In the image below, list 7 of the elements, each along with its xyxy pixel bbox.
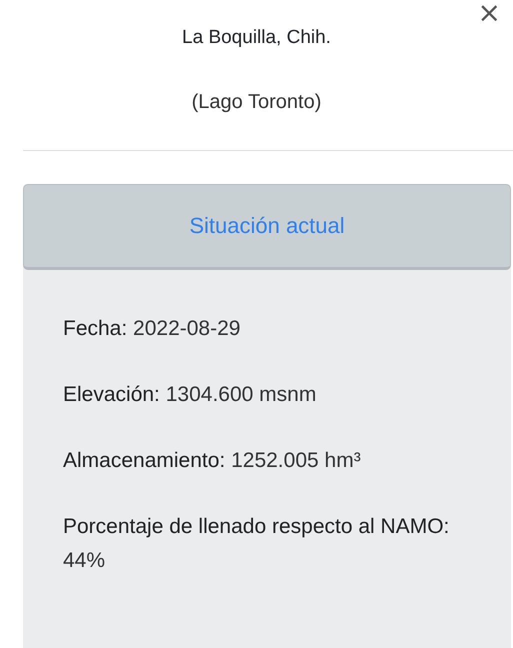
location-title: La Boquilla, Chih. xyxy=(182,26,331,50)
info-line: Almacenamiento: 1252.005 hm³ xyxy=(63,448,362,474)
info-line: Fecha: 2022-08-29 xyxy=(63,316,242,342)
info-line: Elevación: 1304.600 msnm xyxy=(63,382,318,408)
info-line: Porcentaje de llenado respecto al NAMO: 44% xyxy=(63,514,450,574)
location-subtitle: (Lago Toronto) xyxy=(192,90,322,115)
close-button[interactable]: × xyxy=(476,0,503,26)
